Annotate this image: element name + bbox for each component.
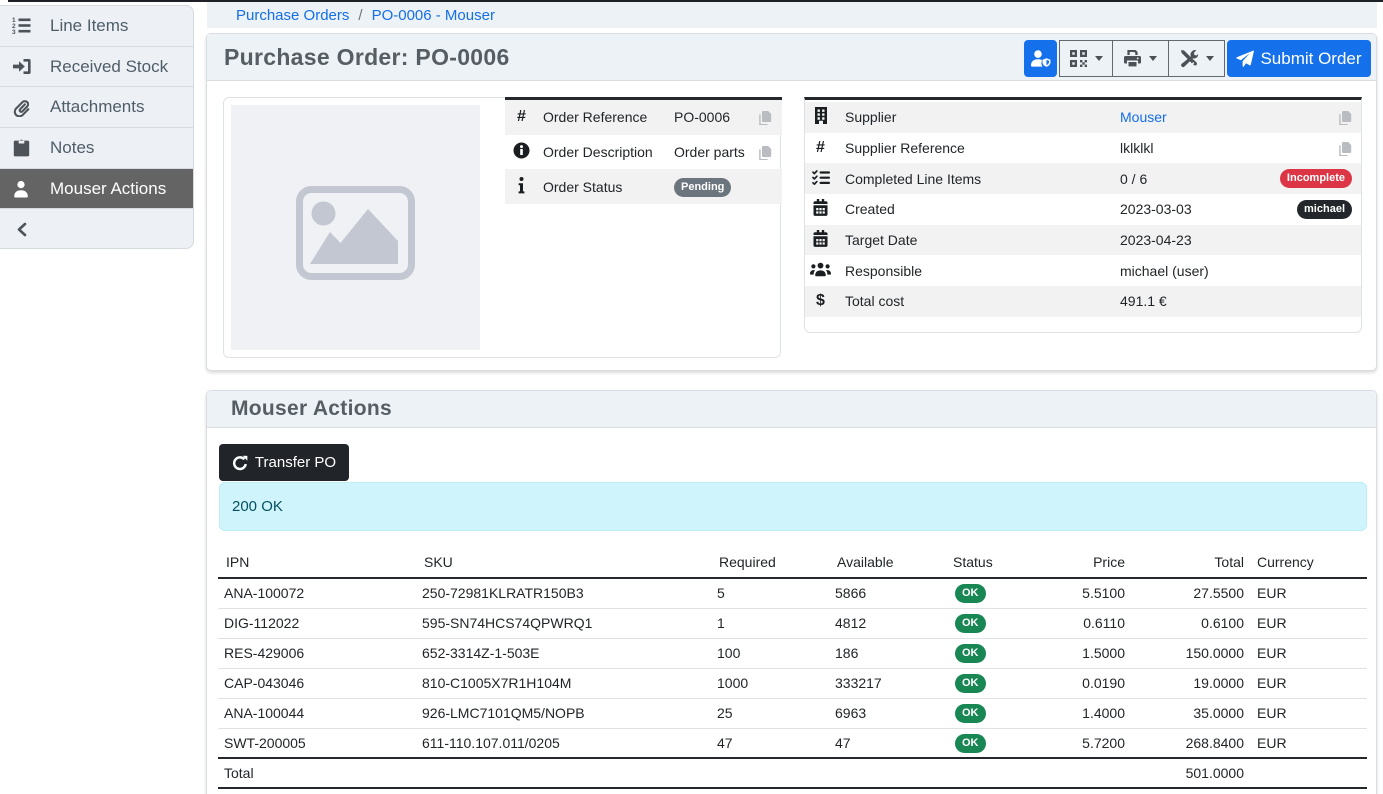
svg-text:3: 3 [12,29,16,35]
